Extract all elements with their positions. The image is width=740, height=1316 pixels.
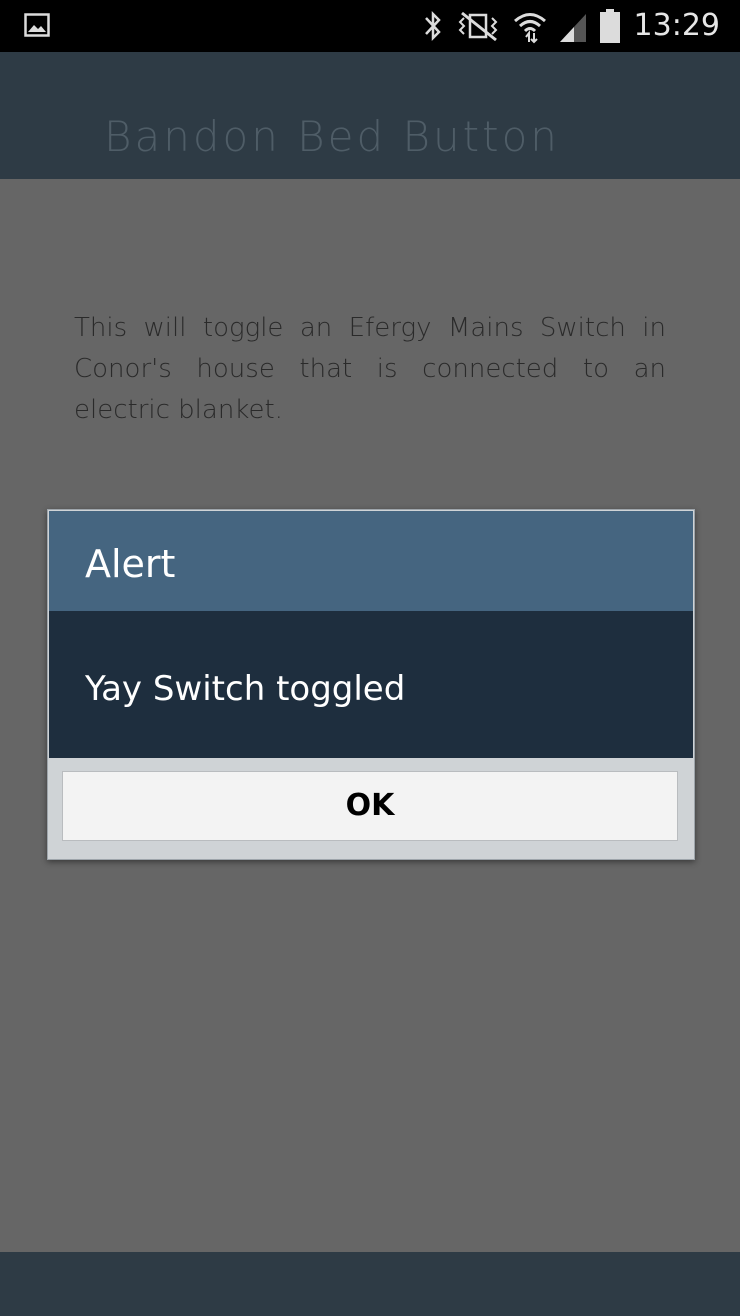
alert-dialog: Alert Yay Switch toggled OK (47, 509, 695, 860)
app-title: Bandon Bed Button (104, 112, 560, 161)
gallery-icon (24, 13, 50, 37)
dialog-title: Alert (85, 542, 176, 586)
dialog-body: Yay Switch toggled (49, 611, 693, 758)
ok-button[interactable]: OK (62, 771, 678, 841)
description-text: This will toggle an Efergy Mains Switch … (74, 313, 666, 425)
wifi-icon (514, 13, 546, 44)
signal-icon (560, 14, 586, 42)
vibrate-mute-icon (458, 11, 498, 42)
app-header: Bandon Bed Button (0, 52, 740, 179)
dialog-header: Alert (49, 511, 693, 611)
battery-icon (600, 9, 620, 43)
status-time: 13:29 (633, 8, 720, 43)
status-icons (422, 8, 622, 44)
status-bar: 13:29 (0, 0, 740, 52)
bluetooth-icon (425, 10, 441, 42)
bottom-bar (0, 1252, 740, 1316)
dialog-message: Yay Switch toggled (85, 669, 406, 709)
